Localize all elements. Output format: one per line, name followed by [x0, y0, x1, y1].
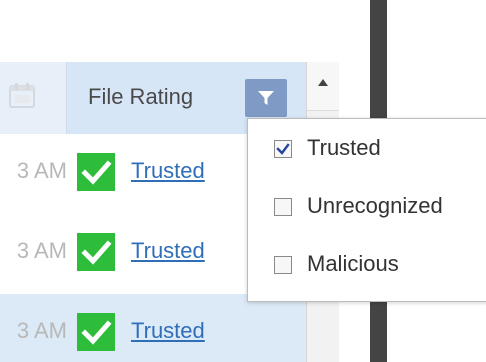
file-rating-filter-menu: Trusted Unrecognized Malicious — [247, 118, 486, 302]
trusted-checkbox[interactable] — [274, 140, 292, 158]
file-rating-header-label: File Rating — [88, 84, 194, 109]
checkmark-icon — [276, 143, 290, 155]
calendar-icon — [9, 83, 35, 108]
check-icon — [77, 233, 115, 271]
check-icon — [77, 313, 115, 351]
table-row[interactable]: 3 AM Trusted — [0, 294, 306, 362]
date-column-header[interactable] — [0, 62, 67, 134]
filter-option-label: Unrecognized — [307, 193, 443, 218]
file-rating-filter-button[interactable] — [245, 79, 287, 117]
trusted-link[interactable]: Trusted — [131, 318, 205, 344]
chevron-up-icon — [318, 79, 328, 86]
unrecognized-checkbox[interactable] — [274, 198, 292, 216]
filter-option-label: Malicious — [307, 251, 399, 276]
time-text: 3 AM — [16, 318, 67, 343]
time-text: 3 AM — [16, 158, 67, 183]
filter-option-trusted[interactable]: Trusted — [248, 127, 486, 183]
scroll-up-button[interactable] — [307, 62, 339, 111]
filter-option-label: Trusted — [307, 135, 381, 160]
trusted-link[interactable]: Trusted — [131, 158, 205, 184]
filter-option-unrecognized[interactable]: Unrecognized — [248, 185, 486, 241]
trusted-link[interactable]: Trusted — [131, 238, 205, 264]
filter-option-malicious[interactable]: Malicious — [248, 243, 486, 299]
time-cell: 3 AM — [0, 134, 67, 214]
time-text: 3 AM — [16, 238, 67, 263]
malicious-checkbox[interactable] — [274, 256, 292, 274]
file-rating-view: File Rating 3 AM Trusted 3 AM Trusted 3 … — [0, 0, 486, 362]
check-icon — [77, 153, 115, 191]
filter-icon — [258, 91, 274, 105]
time-cell: 3 AM — [0, 214, 67, 294]
time-cell: 3 AM — [0, 294, 67, 362]
